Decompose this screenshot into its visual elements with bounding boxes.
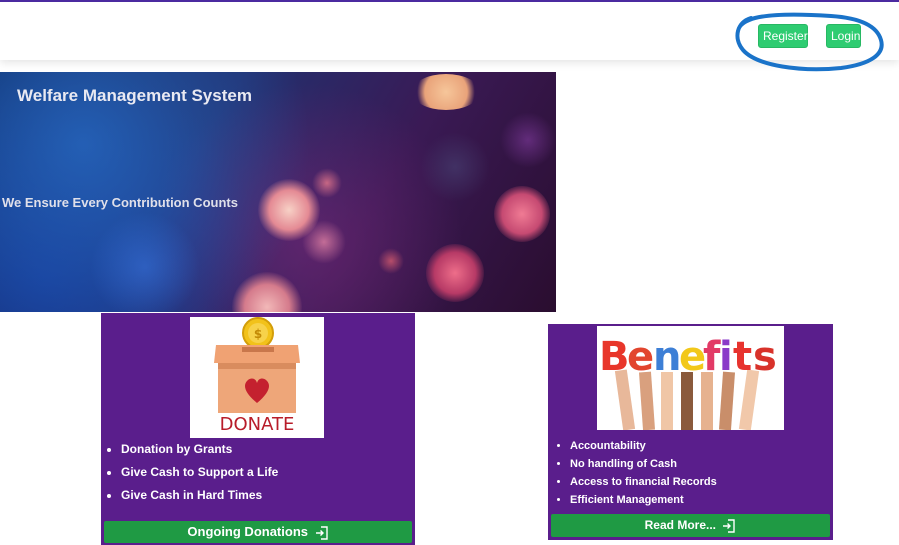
ongoing-donations-button[interactable]: Ongoing Donations bbox=[104, 521, 412, 543]
svg-text:B: B bbox=[599, 334, 630, 380]
benefits-image: B e n e f i t s bbox=[597, 326, 784, 430]
donate-caption: DONATE bbox=[220, 414, 295, 435]
donations-card: $ DONATE Donation by Grants Give Cash to… bbox=[101, 313, 415, 545]
donate-image: $ DONATE bbox=[190, 317, 324, 438]
login-button[interactable]: Login bbox=[826, 24, 861, 48]
svg-text:n: n bbox=[653, 334, 681, 380]
read-more-label: Read More... bbox=[644, 518, 716, 532]
svg-text:$: $ bbox=[254, 327, 262, 341]
top-navbar: Register Login bbox=[0, 0, 899, 60]
register-button[interactable]: Register bbox=[758, 24, 808, 48]
svg-text:e: e bbox=[627, 334, 654, 380]
ongoing-donations-label: Ongoing Donations bbox=[187, 524, 308, 539]
svg-text:s: s bbox=[753, 334, 777, 380]
svg-text:i: i bbox=[719, 334, 733, 380]
hero-banner: Welfare Management System We Ensure Ever… bbox=[0, 72, 556, 312]
list-item: No handling of Cash bbox=[570, 458, 717, 471]
donations-list: Donation by Grants Give Cash to Support … bbox=[101, 443, 278, 512]
enter-icon bbox=[315, 525, 328, 540]
list-item: Give Cash to Support a Life bbox=[121, 466, 278, 479]
list-item: Accountability bbox=[570, 440, 717, 453]
list-item: Access to financial Records bbox=[570, 476, 717, 489]
hero-title: Welfare Management System bbox=[17, 86, 252, 105]
svg-text:t: t bbox=[733, 334, 752, 380]
list-item: Give Cash in Hard Times bbox=[121, 489, 278, 502]
benefits-card: B e n e f i t s Accountability No handli… bbox=[548, 324, 833, 540]
enter-icon bbox=[723, 519, 736, 533]
benefits-list: Accountability No handling of Cash Acces… bbox=[550, 440, 717, 512]
read-more-button[interactable]: Read More... bbox=[551, 514, 830, 537]
list-item: Donation by Grants bbox=[121, 443, 278, 456]
hero-tagline: We Ensure Every Contribution Counts bbox=[2, 195, 238, 210]
donate-box-icon: $ DONATE bbox=[214, 317, 300, 435]
list-item: Efficient Management bbox=[570, 494, 717, 507]
benefits-hands-icon: B e n e f i t s bbox=[599, 334, 777, 430]
